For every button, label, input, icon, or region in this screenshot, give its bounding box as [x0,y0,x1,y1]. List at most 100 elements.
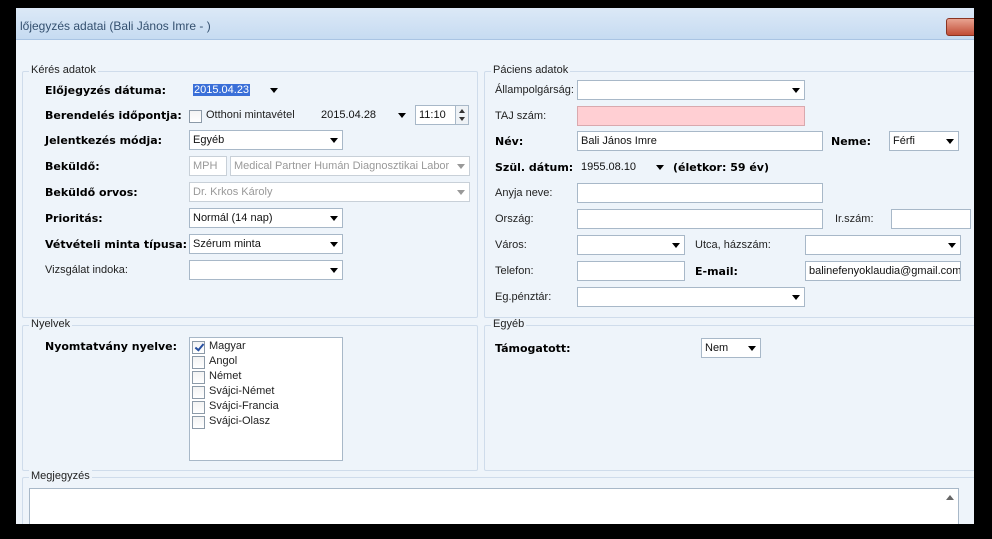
mother-name-input[interactable] [577,183,823,203]
sender-select: Medical Partner Humán Diagnosztikai Labo… [230,156,470,176]
zip-label: Ir.szám: [835,213,874,225]
chevron-down-icon [672,243,680,248]
close-button[interactable] [946,18,974,36]
language-option[interactable]: Magyar [192,340,340,355]
exam-reason-label: Vizsgálat indoka: [45,264,128,276]
insurance-select[interactable] [577,287,805,307]
taj-label: TAJ szám: [495,110,547,122]
language-option-label: Magyar [209,340,246,352]
sender-doctor-select: Dr. Krkos Károly [189,182,470,202]
order-time-value: 11:10 [419,109,446,121]
language-option-label: Svájci-Német [209,385,275,397]
language-checkbox[interactable] [192,386,205,399]
zip-input[interactable] [891,209,971,229]
notes-textarea[interactable] [29,488,959,524]
insurance-label: Eg.pénztár: [495,291,552,303]
age-text: (életkor: 59 év) [673,161,770,174]
patient-data-legend: Páciens adatok [491,64,571,76]
birth-date-value: 1955.08.10 [581,161,637,173]
language-checkbox[interactable] [192,401,205,414]
language-checkbox[interactable] [192,416,205,429]
request-data-group: Kérés adatok Előjegyzés dátuma: 2015.04.… [22,64,478,318]
sender-doctor-value: Dr. Krkos Károly [193,186,273,198]
citizenship-select[interactable] [577,80,805,100]
taj-input[interactable] [577,106,805,126]
chevron-down-icon [946,139,954,144]
home-sampling-label: Otthoni mintavétel [206,109,295,121]
birth-date-picker[interactable]: 1955.08.10 [577,157,669,177]
language-option[interactable]: Svájci-Olasz [192,415,340,430]
city-select[interactable] [577,235,685,255]
appointment-date-picker[interactable]: 2015.04.23 [189,80,283,100]
city-label: Város: [495,239,527,251]
other-group: Egyéb Támogatott: Nem [484,318,974,471]
language-checkbox[interactable] [192,371,205,384]
chevron-down-icon [457,164,465,169]
home-sampling-checkbox[interactable] [189,110,202,123]
sender-name-value: Medical Partner Humán Diagnosztikai Labo… [234,160,450,172]
email-label: E-mail: [695,265,738,278]
chevron-down-icon [792,88,800,93]
print-language-list: Magyar Angol Német Svájci-Német Svájci-Franc… [189,337,343,461]
language-option-label: Svájci-Francia [209,400,279,412]
order-time-input[interactable]: 11:10 [415,105,469,125]
email-input[interactable]: balinefenyoklaudia@gmail.com [805,261,961,281]
priority-label: Prioritás: [45,212,103,225]
request-data-legend: Kérés adatok [29,64,98,76]
chevron-down-icon [656,165,664,170]
language-option[interactable]: Svájci-Német [192,385,340,400]
order-date-picker[interactable]: 2015.04.28 [317,105,411,125]
country-label: Ország: [495,213,534,225]
print-language-label: Nyomtatvány nyelve: [45,340,178,353]
priority-select[interactable]: Normál (14 nap) [189,208,343,228]
supported-select[interactable]: Nem [701,338,761,358]
name-input[interactable]: Bali János Imre [577,131,823,151]
language-checkbox[interactable] [192,356,205,369]
mother-name-label: Anyja neve: [495,187,553,199]
sample-type-select[interactable]: Szérum minta [189,234,343,254]
chevron-down-icon [398,113,406,118]
language-option[interactable]: Svájci-Francia [192,400,340,415]
country-input[interactable] [577,209,823,229]
supported-label: Támogatott: [495,342,571,355]
sex-select[interactable]: Férfi [889,131,959,151]
name-value: Bali János Imre [581,135,657,147]
sender-doctor-label: Beküldő orvos: [45,186,138,199]
phone-input[interactable] [577,261,685,281]
patient-data-group: Páciens adatok Állampolgárság: TAJ szám:… [484,64,974,318]
language-option-label: Svájci-Olasz [209,415,271,427]
window-title: lőjegyzés adatai (Bali János Imre - ) [20,19,211,33]
arrival-mode-value: Egyéb [193,134,225,146]
exam-reason-select[interactable] [189,260,343,280]
notes-legend: Megjegyzés [29,470,92,482]
order-date-value: 2015.04.28 [321,109,377,121]
citizenship-label: Állampolgárság: [495,84,574,96]
appointment-dialog: lőjegyzés adatai (Bali János Imre - ) Ké… [16,8,974,524]
arrival-mode-select[interactable]: Egyéb [189,130,343,150]
language-option-label: Német [209,370,242,382]
language-option[interactable]: Német [192,370,340,385]
sex-label: Neme: [831,135,871,148]
chevron-down-icon [457,190,465,195]
sample-type-label: Vétvételi minta típusa: [45,238,188,251]
street-select[interactable] [805,235,961,255]
appointment-date-label: Előjegyzés dátuma: [45,84,167,97]
chevron-down-icon [792,295,800,300]
language-option[interactable]: Angol [192,355,340,370]
email-value: balinefenyoklaudia@gmail.com [809,265,961,277]
title-bar: lőjegyzés adatai (Bali János Imre - ) [16,8,974,40]
scroll-up-icon[interactable] [946,495,954,500]
form-content: Kérés adatok Előjegyzés dátuma: 2015.04.… [16,40,974,524]
name-label: Név: [495,135,524,148]
other-legend: Egyéb [491,318,527,330]
sample-type-value: Szérum minta [193,238,261,250]
chevron-down-icon [330,216,338,221]
order-time-label: Berendelés időpontja: [45,109,182,122]
spin-arrows-icon[interactable] [455,106,468,124]
chevron-down-icon [330,268,338,273]
chevron-down-icon [330,138,338,143]
languages-legend: Nyelvek [29,318,73,330]
language-checkbox[interactable] [192,341,205,354]
chevron-down-icon [948,243,956,248]
chevron-down-icon [270,88,278,93]
